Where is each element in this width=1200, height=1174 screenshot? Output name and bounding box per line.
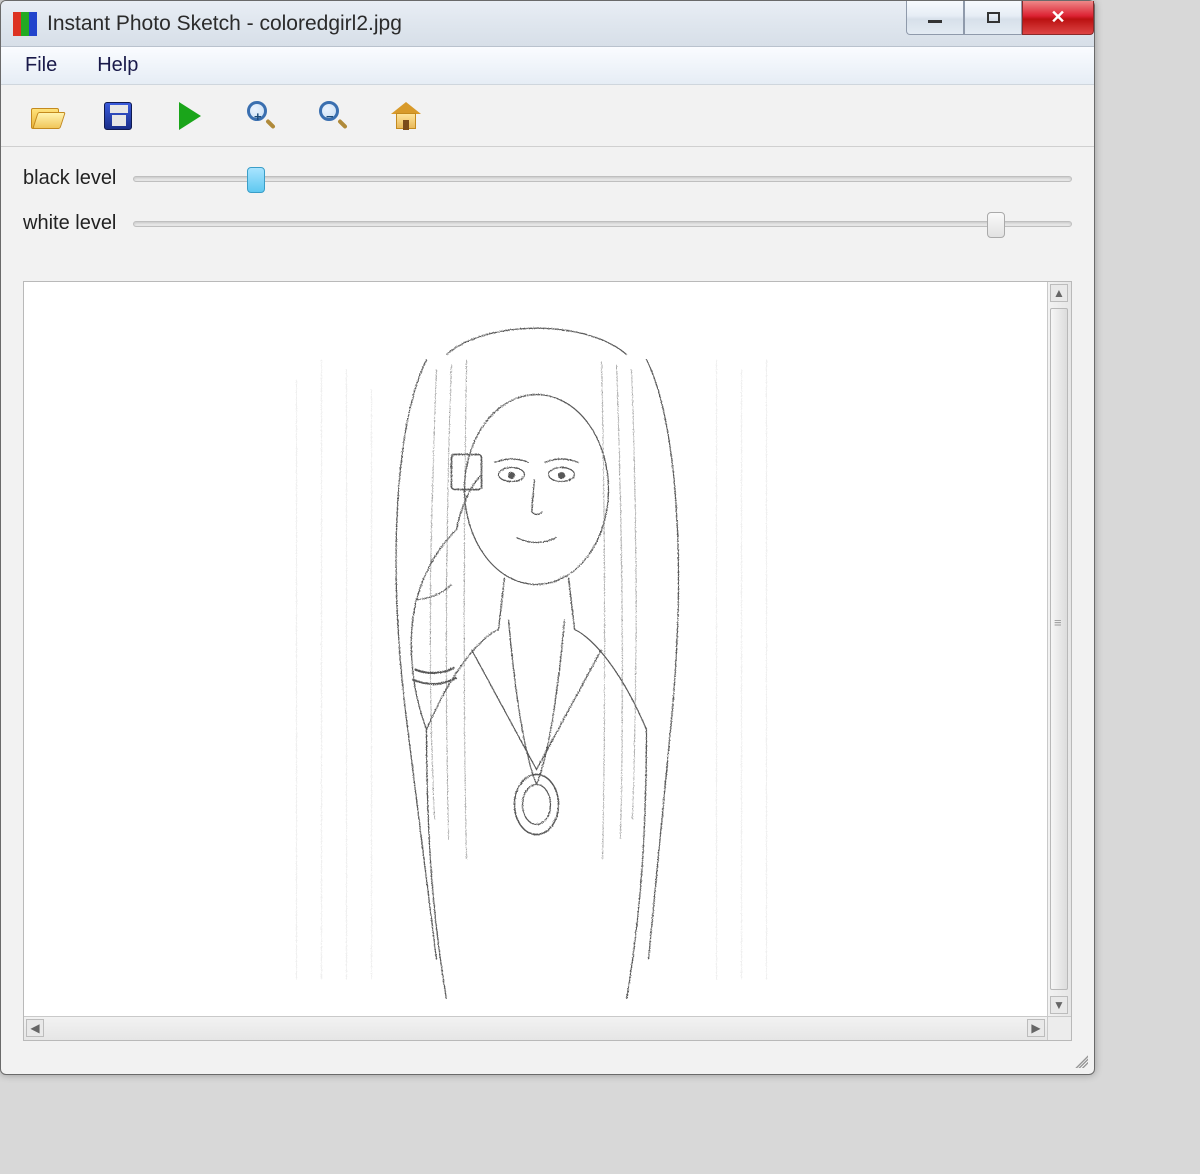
white-level-row: white level bbox=[23, 212, 1072, 235]
home-button[interactable] bbox=[389, 99, 423, 133]
black-level-thumb[interactable] bbox=[247, 167, 265, 193]
resize-grip[interactable] bbox=[1072, 1052, 1088, 1068]
scroll-up-button[interactable]: ▲ bbox=[1050, 284, 1068, 302]
maximize-button[interactable] bbox=[964, 1, 1022, 35]
scroll-left-button[interactable]: ◀ bbox=[26, 1019, 44, 1037]
scroll-down-button[interactable]: ▼ bbox=[1050, 996, 1068, 1014]
menu-help[interactable]: Help bbox=[91, 50, 144, 81]
maximize-icon bbox=[987, 12, 1000, 23]
close-button[interactable] bbox=[1022, 1, 1094, 35]
canvas-area: ▲ ▼ ◀ ▶ bbox=[23, 281, 1072, 1041]
window-controls bbox=[906, 1, 1094, 35]
minimize-button[interactable] bbox=[906, 1, 964, 35]
zoom-in-button[interactable]: + bbox=[245, 99, 279, 133]
scroll-right-button[interactable]: ▶ bbox=[1027, 1019, 1045, 1037]
close-icon bbox=[1050, 7, 1065, 28]
vertical-scroll-thumb[interactable] bbox=[1050, 308, 1068, 990]
sketch-image bbox=[276, 299, 796, 999]
zoom-out-icon: − bbox=[319, 101, 349, 131]
black-level-row: black level bbox=[23, 167, 1072, 190]
app-icon bbox=[13, 12, 37, 36]
play-icon bbox=[179, 102, 201, 130]
image-canvas[interactable] bbox=[24, 282, 1047, 1016]
menubar: File Help bbox=[1, 47, 1094, 85]
scrollbar-corner bbox=[1047, 1016, 1071, 1040]
save-file-button[interactable] bbox=[101, 99, 135, 133]
home-icon bbox=[391, 102, 421, 130]
vertical-scrollbar[interactable]: ▲ ▼ bbox=[1047, 282, 1071, 1016]
white-level-thumb[interactable] bbox=[987, 212, 1005, 238]
white-level-slider[interactable] bbox=[133, 221, 1072, 227]
minimize-icon bbox=[928, 20, 942, 23]
zoom-in-icon: + bbox=[247, 101, 277, 131]
horizontal-scrollbar[interactable]: ◀ ▶ bbox=[24, 1016, 1047, 1040]
open-file-button[interactable] bbox=[29, 99, 63, 133]
menu-file[interactable]: File bbox=[19, 50, 63, 81]
window-title: Instant Photo Sketch - coloredgirl2.jpg bbox=[47, 12, 402, 36]
zoom-out-button[interactable]: − bbox=[317, 99, 351, 133]
black-level-slider[interactable] bbox=[133, 176, 1072, 182]
app-window: Instant Photo Sketch - coloredgirl2.jpg … bbox=[0, 0, 1095, 1075]
save-icon bbox=[104, 102, 132, 130]
white-level-label: white level bbox=[23, 212, 133, 235]
titlebar[interactable]: Instant Photo Sketch - coloredgirl2.jpg bbox=[1, 1, 1094, 47]
run-button[interactable] bbox=[173, 99, 207, 133]
sliders-panel: black level white level bbox=[1, 147, 1094, 265]
toolbar: + − bbox=[1, 85, 1094, 147]
folder-open-icon bbox=[31, 105, 61, 127]
black-level-label: black level bbox=[23, 167, 133, 190]
